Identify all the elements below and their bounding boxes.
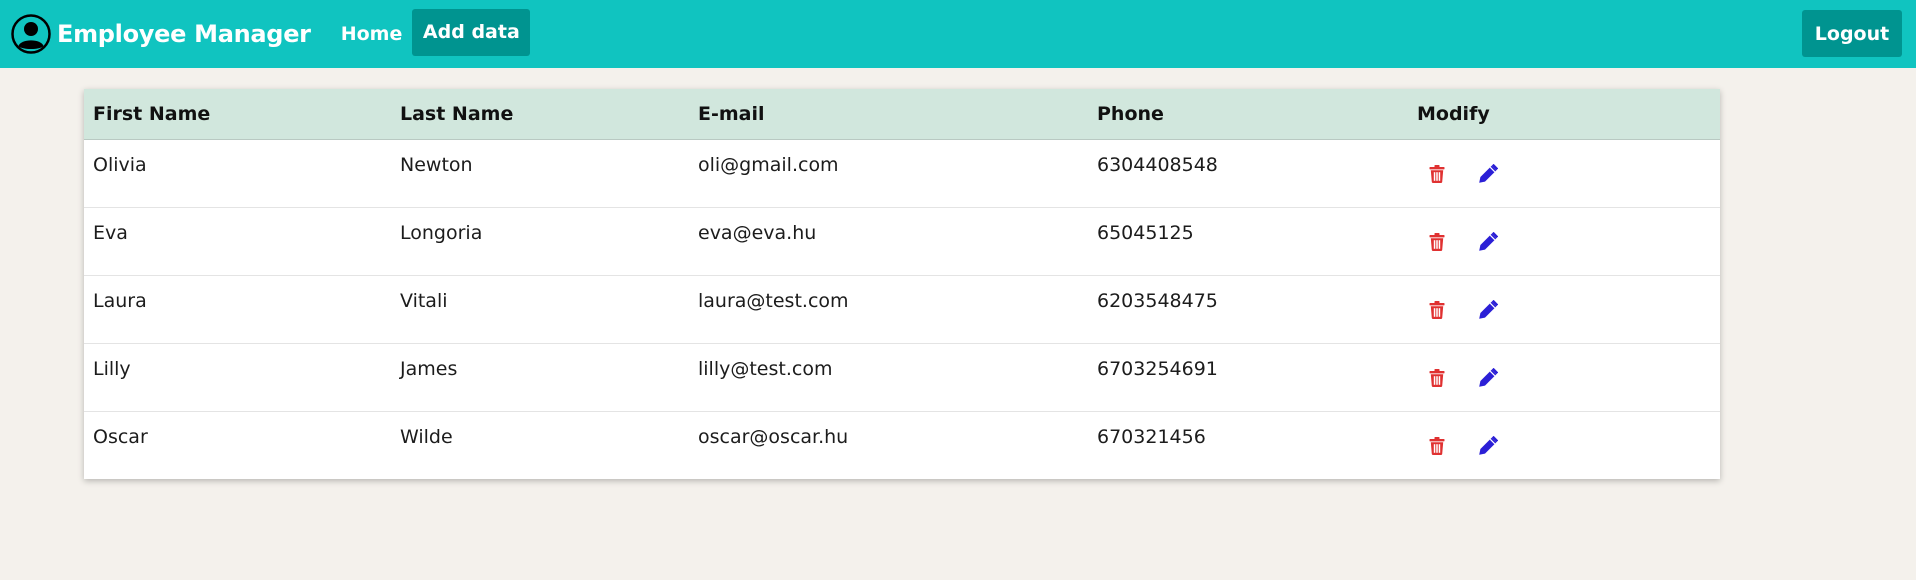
phone-cell: 670321456: [1088, 410, 1408, 479]
phone-cell: 6203548475: [1088, 274, 1408, 343]
employee-table-card: First Name Last Name E-mail Phone Modify…: [84, 89, 1720, 479]
first-name-cell: Eva: [84, 206, 391, 275]
first-name-cell: Olivia: [93, 153, 147, 176]
user-circle-icon: [11, 14, 51, 54]
phone-cell: 6304408548: [1097, 153, 1218, 176]
last-name-cell: Vitali: [391, 274, 689, 343]
table-header-row: First Name Last Name E-mail Phone Modify: [84, 89, 1720, 140]
trash-icon[interactable]: [1425, 230, 1449, 254]
table-row: Eva Longoria eva@eva.hu 65045125: [84, 206, 1720, 275]
trash-icon[interactable]: [1425, 366, 1449, 390]
last-name-cell: Longoria: [391, 206, 689, 275]
last-name-cell: Wilde: [391, 410, 689, 479]
table-row: Olivia Newton oli@gmail.com 6304408548: [84, 139, 1720, 207]
first-name-cell: Laura: [84, 274, 391, 343]
email-cell: laura@test.com: [689, 274, 1088, 343]
trash-icon[interactable]: [1425, 162, 1449, 186]
email-cell: eva@eva.hu: [689, 206, 1088, 275]
logout-button[interactable]: Logout: [1802, 10, 1902, 57]
first-name-cell: Lilly: [84, 342, 391, 411]
modify-cell: [1408, 139, 1720, 207]
phone-cell: 6703254691: [1088, 342, 1408, 411]
navbar: Employee Manager Home Add data Logout: [0, 0, 1916, 68]
trash-icon[interactable]: [1425, 298, 1449, 322]
pencil-icon[interactable]: [1476, 162, 1500, 186]
first-name-cell: Oscar: [84, 410, 391, 479]
last-name-cell: Newton: [400, 153, 473, 176]
brand-title: Employee Manager: [57, 20, 311, 48]
pencil-icon[interactable]: [1476, 366, 1500, 390]
table-row: Laura Vitali laura@test.com 6203548475: [84, 274, 1720, 343]
column-header-last-name: Last Name: [391, 89, 689, 140]
trash-icon[interactable]: [1425, 434, 1449, 458]
table-row: Oscar Wilde oscar@oscar.hu 670321456: [84, 410, 1720, 479]
modify-cell: [1408, 206, 1720, 275]
pencil-icon[interactable]: [1476, 434, 1500, 458]
brand[interactable]: Employee Manager: [11, 0, 311, 68]
column-header-email: E-mail: [689, 89, 1088, 140]
email-cell: oli@gmail.com: [698, 153, 839, 176]
email-cell: lilly@test.com: [689, 342, 1088, 411]
column-header-first-name: First Name: [84, 89, 391, 140]
modify-cell: [1408, 274, 1720, 343]
table-row: Lilly James lilly@test.com 6703254691: [84, 342, 1720, 411]
modify-cell: [1408, 410, 1720, 479]
email-cell: oscar@oscar.hu: [689, 410, 1088, 479]
last-name-cell: James: [391, 342, 689, 411]
nav-home-link[interactable]: Home: [341, 0, 403, 68]
column-header-modify: Modify: [1408, 89, 1720, 140]
phone-cell: 65045125: [1088, 206, 1408, 275]
pencil-icon[interactable]: [1476, 230, 1500, 254]
employee-table: First Name Last Name E-mail Phone Modify…: [84, 89, 1720, 479]
modify-cell: [1408, 342, 1720, 411]
column-header-phone: Phone: [1088, 89, 1408, 140]
nav-add-data-link[interactable]: Add data: [412, 8, 531, 56]
pencil-icon[interactable]: [1476, 298, 1500, 322]
